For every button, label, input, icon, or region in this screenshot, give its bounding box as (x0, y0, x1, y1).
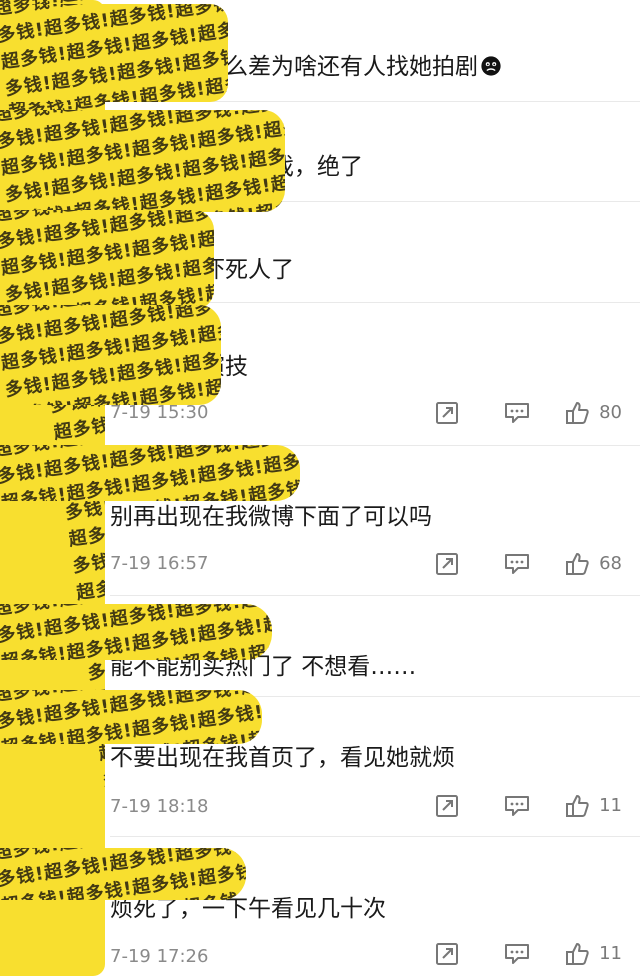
like-button[interactable]: 11 (552, 939, 622, 969)
share-button[interactable] (412, 791, 482, 821)
comment-time: 7-19 15:30 (110, 402, 209, 423)
yellow-overlay-7: 超多钱!超多钱!超多钱!超多钱!超多钱!超多钱!超多钱!超多钱!超多钱!超多钱!… (0, 690, 262, 744)
comment-icon (505, 944, 529, 964)
share-icon (436, 943, 458, 965)
like-count: 68 (599, 553, 622, 574)
overlay-pattern-text: 超多钱!超多钱!超多钱!超多钱!超多钱!超多钱!超多钱!超多钱!超多钱!超多钱!… (0, 210, 214, 310)
comment-time: 7-19 17:26 (110, 946, 209, 967)
yellow-overlay-2: 超多钱!超多钱!超多钱!超多钱!超多钱!超多钱!超多钱!超多钱!超多钱!超多钱!… (0, 110, 285, 212)
overlay-pattern-text: 超多钱!超多钱!超多钱!超多钱!超多钱!超多钱!超多钱!超多钱!超多钱!超多钱!… (0, 110, 285, 212)
thumbs-up-icon (566, 943, 589, 965)
comment-icon (505, 403, 529, 423)
yellow-overlay-5: 超多钱!超多钱!超多钱!超多钱!超多钱!超多钱!超多钱!超多钱!超多钱!超多钱!… (0, 445, 300, 501)
yellow-overlay-8: 超多钱!超多钱!超多钱!超多钱!超多钱!超多钱!超多钱!超多钱!超多钱!超多钱!… (0, 848, 246, 900)
thumbs-up-icon (566, 795, 589, 817)
comment-time: 7-19 18:18 (110, 796, 209, 817)
like-count: 80 (599, 402, 622, 423)
comment-actions: 11 (412, 791, 622, 821)
yellow-overlay-top: 超多钱!超多钱!超多钱!超多钱!超多钱!超多钱!超多钱!超多钱!超多钱!超多钱!… (0, 4, 228, 102)
overlay-pattern-text: 超多钱!超多钱!超多钱!超多钱!超多钱!超多钱!超多钱!超多钱!超多钱!超多钱!… (0, 690, 262, 744)
overlay-pattern-text: 超多钱!超多钱!超多钱!超多钱!超多钱!超多钱!超多钱!超多钱!超多钱!超多钱!… (0, 445, 300, 501)
yellow-overlay-6: 超多钱!超多钱!超多钱!超多钱!超多钱!超多钱!超多钱!超多钱!超多钱!超多钱!… (0, 604, 272, 660)
comment-button[interactable] (482, 549, 552, 579)
comment-icon (505, 554, 529, 574)
comment-button[interactable] (482, 791, 552, 821)
comment-button[interactable] (482, 939, 552, 969)
share-button[interactable] (412, 939, 482, 969)
overlay-pattern-text: 超多钱!超多钱!超多钱!超多钱!超多钱!超多钱!超多钱!超多钱!超多钱!超多钱!… (0, 604, 272, 660)
crying-face-icon (481, 56, 501, 76)
share-icon (436, 553, 458, 575)
thumbs-up-icon (566, 402, 589, 424)
like-button[interactable]: 68 (552, 549, 622, 579)
thumbs-up-icon (566, 553, 589, 575)
comment-text: 不要出现在我首页了，看见她就烦 (110, 745, 455, 771)
yellow-overlay-4: 超多钱!超多钱!超多钱!超多钱!超多钱!超多钱!超多钱!超多钱!超多钱!超多钱!… (0, 305, 221, 405)
like-count: 11 (599, 795, 622, 816)
comment-actions: 80 (412, 398, 622, 428)
comment-text: 别再出现在我微博下面了可以吗 (110, 504, 432, 530)
like-button[interactable]: 11 (552, 791, 622, 821)
comment-time: 7-19 16:57 (110, 553, 209, 574)
like-button[interactable]: 80 (552, 398, 622, 428)
comment-actions: 68 (412, 549, 622, 579)
comment-icon (505, 796, 529, 816)
comment-screenshot: 超多钱!超多钱!超多钱!超多钱!超多钱!超多钱!超多钱!超多钱!超多钱!超多钱!… (0, 0, 640, 976)
share-button[interactable] (412, 549, 482, 579)
overlay-pattern-text: 超多钱!超多钱!超多钱!超多钱!超多钱!超多钱!超多钱!超多钱!超多钱!超多钱!… (0, 848, 246, 900)
share-icon (436, 402, 458, 424)
overlay-pattern-text: 超多钱!超多钱!超多钱!超多钱!超多钱!超多钱!超多钱!超多钱!超多钱!超多钱!… (0, 305, 221, 405)
overlay-pattern-text: 超多钱!超多钱!超多钱!超多钱!超多钱!超多钱!超多钱!超多钱!超多钱!超多钱!… (0, 4, 228, 102)
share-icon (436, 795, 458, 817)
comment-actions: 11 (412, 939, 622, 969)
like-count: 11 (599, 943, 622, 964)
yellow-overlay-3: 超多钱!超多钱!超多钱!超多钱!超多钱!超多钱!超多钱!超多钱!超多钱!超多钱!… (0, 210, 214, 310)
comment-button[interactable] (482, 398, 552, 428)
share-button[interactable] (412, 398, 482, 428)
